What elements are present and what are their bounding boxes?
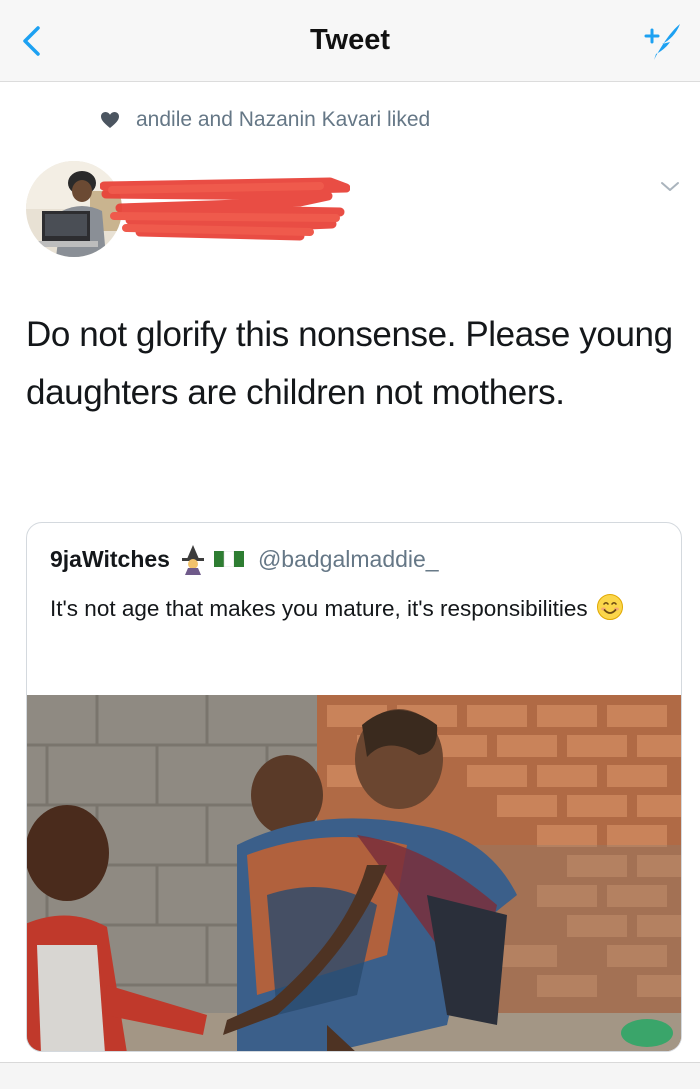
quoted-author-handle: @badgalmaddie_ <box>257 545 439 572</box>
heart-icon <box>101 112 119 128</box>
quoted-tweet-header: 9jaWitches @badgalmaddie_ <box>50 543 439 575</box>
witch-emoji-icon <box>181 545 204 575</box>
redacted-author-name <box>100 177 350 241</box>
social-context: andile and Nazanin Kavari liked <box>100 108 430 132</box>
nigeria-flag-icon <box>213 551 244 567</box>
social-context-text: andile and Nazanin Kavari liked <box>136 108 431 131</box>
quoted-tweet-card[interactable]: 9jaWitches @badgalmaddie_ It's not age t… <box>26 522 682 1052</box>
quoted-tweet-body: It's not age that makes you mature, it's… <box>50 596 588 621</box>
tweet-text: Do not glorify this nonsense. Please you… <box>26 315 673 412</box>
quoted-tweet-text: It's not age that makes you mature, it's… <box>50 589 650 628</box>
navigation-bar: Tweet <box>0 0 700 82</box>
compose-tweet-icon <box>644 24 680 60</box>
bottom-toolbar <box>0 1062 700 1089</box>
smiling-face-emoji-icon <box>596 594 623 620</box>
page-title: Tweet <box>309 24 391 56</box>
chevron-down-icon[interactable] <box>658 178 682 196</box>
quoted-tweet-photo[interactable] <box>27 695 682 1052</box>
compose-tweet-button[interactable] <box>640 20 684 64</box>
quoted-author-name: 9jaWitches <box>50 545 170 572</box>
